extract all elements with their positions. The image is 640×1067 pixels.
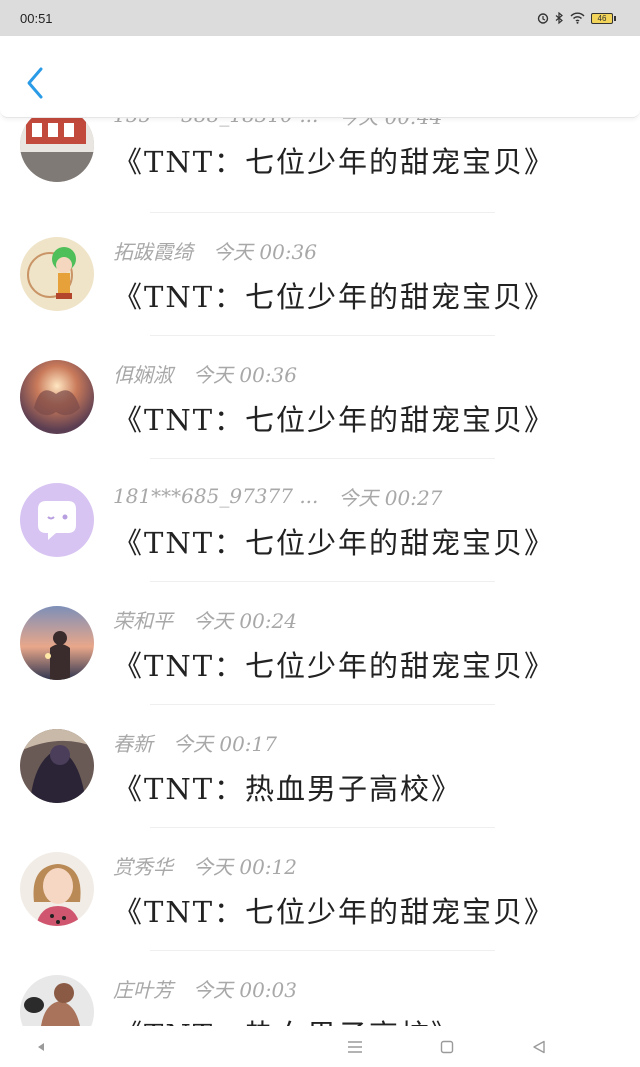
message-text: 《TNT：七位少年的甜宠宝贝》 <box>113 526 556 560</box>
avatar[interactable] <box>20 110 94 182</box>
username: 荣和平 <box>113 608 173 633</box>
avatar[interactable] <box>20 237 94 311</box>
back-triangle-icon[interactable] <box>530 1038 548 1056</box>
message-text: 《TNT：热血男子高校》 <box>113 1012 462 1026</box>
list-item[interactable]: 赏秀华 今天 00:12 《TNT：七位少年的甜宠宝贝》 <box>0 838 640 960</box>
timestamp: 今天 00:24 <box>193 608 297 633</box>
timestamp: 今天 00:03 <box>193 977 297 1002</box>
timestamp: 今天 00:36 <box>213 239 317 264</box>
list-item[interactable]: 庄叶芳 今天 00:03 《TNT：热血男子高校》 <box>0 961 640 1026</box>
list-item[interactable]: 155***388_18310 ... 今天 00:44 《TNT：七位少年的甜… <box>0 110 640 220</box>
message-list: 155***388_18310 ... 今天 00:44 《TNT：七位少年的甜… <box>0 110 640 1026</box>
timestamp: 今天 00:12 <box>193 854 297 879</box>
message-text: 《TNT：七位少年的甜宠宝贝》 <box>113 145 556 179</box>
bluetooth-icon <box>555 11 563 24</box>
timestamp: 今天 00:36 <box>193 362 297 387</box>
avatar[interactable] <box>20 606 94 680</box>
avatar[interactable] <box>20 729 94 803</box>
divider <box>150 335 495 336</box>
divider <box>150 458 495 459</box>
status-bar: 00:51 46 <box>0 0 640 36</box>
divider <box>150 581 495 582</box>
avatar[interactable] <box>20 360 94 434</box>
menu-icon[interactable] <box>346 1038 364 1056</box>
header <box>0 36 640 118</box>
avatar[interactable] <box>20 975 94 1026</box>
divider <box>150 827 495 828</box>
list-item[interactable]: 春新 今天 00:17 《TNT：热血男子高校》 <box>0 715 640 837</box>
chevron-left-icon <box>27 67 43 99</box>
username: 佴娴淑 <box>113 362 173 387</box>
list-item[interactable]: 拓跋霞绮 今天 00:36 《TNT：七位少年的甜宠宝贝》 <box>0 223 640 345</box>
alarm-icon <box>537 13 549 24</box>
battery-level: 46 <box>591 12 613 24</box>
list-item[interactable]: 181***685_97377 ... 今天 00:27 《TNT：七位少年的甜… <box>0 469 640 591</box>
timestamp: 今天 00:17 <box>173 731 277 756</box>
battery-icon: 46 <box>591 12 616 24</box>
message-text: 《TNT：七位少年的甜宠宝贝》 <box>113 403 556 437</box>
message-text: 《TNT：七位少年的甜宠宝贝》 <box>113 280 556 314</box>
divider <box>150 704 495 705</box>
message-text: 《TNT：七位少年的甜宠宝贝》 <box>113 895 556 929</box>
status-time: 00:51 <box>20 10 53 26</box>
home-square-icon[interactable] <box>438 1038 456 1056</box>
list-item[interactable]: 荣和平 今天 00:24 《TNT：七位少年的甜宠宝贝》 <box>0 592 640 714</box>
message-text: 《TNT：热血男子高校》 <box>113 772 463 806</box>
username: 春新 <box>113 731 153 756</box>
divider <box>150 950 495 951</box>
username: 181***685_97377 ... <box>113 484 319 508</box>
wifi-icon <box>570 12 585 24</box>
divider <box>150 212 495 213</box>
avatar[interactable] <box>20 483 94 557</box>
avatar[interactable] <box>20 852 94 926</box>
username: 赏秀华 <box>113 854 173 879</box>
navigation-bar <box>0 1026 640 1067</box>
back-button[interactable] <box>20 64 50 102</box>
username: 庄叶芳 <box>113 977 173 1002</box>
username: 拓跋霞绮 <box>113 239 193 264</box>
timestamp: 今天 00:27 <box>338 485 443 510</box>
status-icons: 46 <box>537 11 616 25</box>
back-triangle-small-icon[interactable] <box>32 1038 50 1056</box>
message-text: 《TNT：七位少年的甜宠宝贝》 <box>113 649 556 683</box>
list-item[interactable]: 佴娴淑 今天 00:36 《TNT：七位少年的甜宠宝贝》 <box>0 346 640 468</box>
